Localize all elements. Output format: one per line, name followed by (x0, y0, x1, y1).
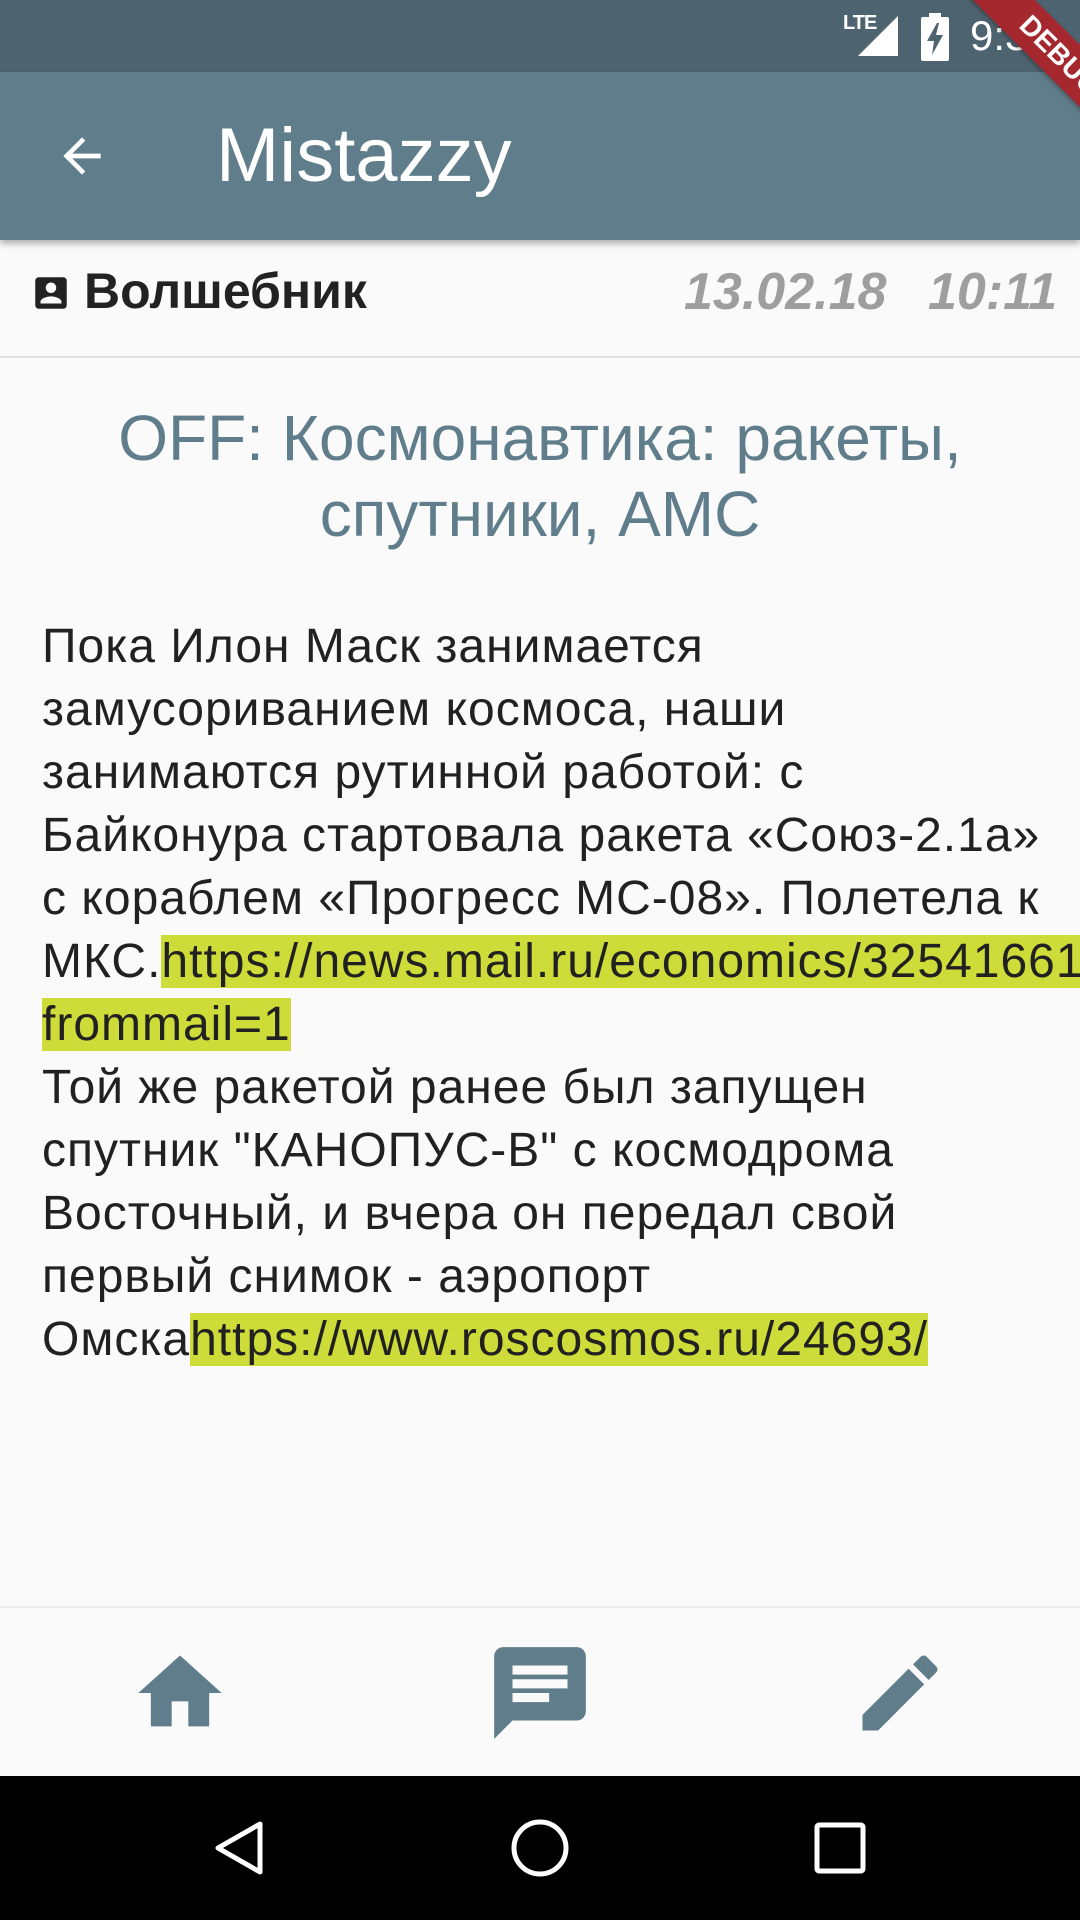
system-recents-button[interactable] (790, 1798, 890, 1898)
nav-compose-button[interactable] (830, 1608, 970, 1778)
back-button[interactable] (40, 114, 124, 198)
signal-icon (858, 16, 898, 56)
topic-title: OFF: Космонавтика: ракеты, спутники, АМС (118, 402, 962, 550)
home-icon (138, 1655, 222, 1727)
status-bar: LTE 9:39 (0, 0, 1080, 72)
message-body: Пока Илон Маск занимается замусориванием… (42, 615, 1080, 1371)
account-box-icon (35, 277, 67, 309)
post-meta-row: Волшебник 13.02.18 10:11 (0, 240, 1080, 358)
system-home-button[interactable] (490, 1798, 590, 1898)
app-bar: Mistazzy (0, 72, 1080, 240)
post-time: 10:11 (928, 263, 1058, 321)
author-name[interactable]: Волшебник (84, 262, 367, 320)
battery-charging-icon (921, 13, 949, 61)
nav-home-button[interactable] (110, 1608, 250, 1778)
edit-icon (862, 1655, 938, 1731)
body-link[interactable]: https://www.roscosmos.ru/24693/ (190, 1313, 929, 1366)
body-link[interactable]: https://news.mail.ru/economics/32541661/… (42, 935, 1080, 1051)
screen: LTE 9:39 Mistazzy DEBUG Волшебник 13.02.… (0, 0, 1080, 1920)
system-navigation-bar (0, 1776, 1080, 1920)
app-title: Mistazzy (216, 113, 512, 198)
triangle-back-icon (215, 1821, 263, 1875)
circle-home-icon (511, 1819, 569, 1877)
nav-messages-button[interactable] (470, 1608, 610, 1778)
body-text: Пока Илон Маск занимается замусориванием… (42, 620, 1055, 988)
system-back-button[interactable] (190, 1798, 290, 1898)
square-recents-icon (814, 1822, 866, 1874)
message-icon (494, 1647, 586, 1739)
bottom-navigation (0, 1606, 1080, 1776)
arrow-back-icon (63, 137, 101, 175)
post-date: 13.02.18 (684, 263, 887, 321)
